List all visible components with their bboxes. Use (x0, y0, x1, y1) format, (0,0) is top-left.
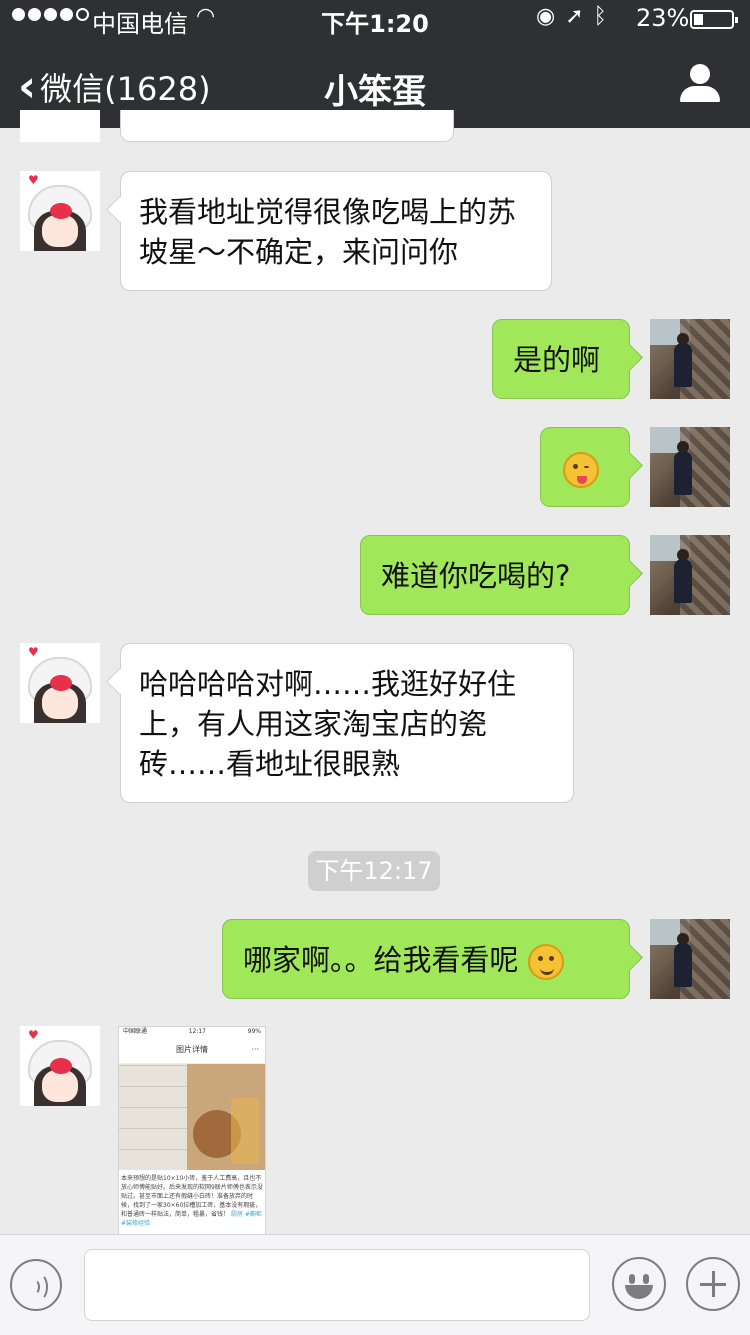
battery-percent: 23% (636, 4, 690, 32)
status-bar: 中国电信 ◠ 下午1:20 ◉➚ᛒ 23% (0, 0, 750, 40)
message-text: 难道你吃喝的? (381, 559, 571, 593)
contact-profile-button[interactable] (678, 64, 722, 104)
location-icon: ➚ (565, 4, 594, 29)
previous-message-bubble[interactable] (120, 110, 454, 142)
more-functions-button[interactable] (686, 1257, 740, 1311)
smiley-icon (629, 1274, 635, 1284)
my-avatar[interactable] (650, 427, 730, 507)
emoji-button[interactable] (612, 1257, 666, 1311)
image-message[interactable]: 中国联通 12:17 99% 图片详情 ··· 本来预想的是贴10×10小砖，鉴… (118, 1026, 266, 1236)
sent-message-bubble[interactable]: 难道你吃喝的? (360, 535, 630, 615)
chat-timestamp: 下午12:17 (308, 851, 440, 891)
contact-avatar[interactable]: ♥ (20, 643, 100, 723)
battery-icon (690, 10, 738, 29)
contact-avatar[interactable]: ♥ (20, 1026, 100, 1106)
top-bar: 中国电信 ◠ 下午1:20 ◉➚ᛒ 23% ‹ 微信(1628) 小笨蛋 (0, 0, 750, 128)
sent-message-bubble[interactable]: 哪家啊。。给我看看呢 (222, 919, 630, 999)
message-text: 哈哈哈哈对啊……我逛好好住上，有人用这家淘宝店的瓷砖……看地址很眼熟 (139, 667, 517, 781)
voice-input-button[interactable] (10, 1259, 62, 1311)
status-icons: ◉➚ᛒ (536, 4, 617, 29)
received-message-bubble[interactable]: 我看地址觉得很像吃喝上的苏坡星～不确定，来问问你 (120, 171, 552, 291)
smile-emoji-icon (527, 944, 564, 980)
bluetooth-icon: ᛒ (593, 4, 617, 29)
chat-title: 小笨蛋 (324, 72, 426, 112)
received-message-bubble[interactable]: 哈哈哈哈对啊……我逛好好住上，有人用这家淘宝店的瓷砖……看地址很眼熟 (120, 643, 574, 803)
kitchen-photo (119, 1064, 265, 1170)
lock-rotation-icon: ◉ (536, 4, 566, 29)
message-text: 哪家啊。。给我看看呢 (243, 943, 519, 977)
message-input[interactable] (84, 1249, 590, 1321)
contact-avatar[interactable] (20, 110, 100, 142)
sent-message-bubble[interactable] (540, 427, 630, 507)
my-avatar[interactable] (650, 535, 730, 615)
message-text: 是的啊 (513, 343, 601, 377)
more-icon: ··· (251, 1045, 259, 1054)
image-status-bar: 中国联通 12:17 99% (123, 1028, 261, 1035)
my-avatar[interactable] (650, 319, 730, 399)
message-text: 我看地址觉得很像吃喝上的苏坡星～不确定，来问问你 (139, 195, 517, 269)
sent-message-bubble[interactable]: 是的啊 (492, 319, 630, 399)
person-icon (690, 64, 710, 84)
image-caption: 本来预想的是贴10×10小砖，鉴于人工费高，且也不放心师傅能贴好。后来发现的软网… (121, 1175, 263, 1227)
image-title: 图片详情 ··· (119, 1037, 265, 1064)
winking-tongue-emoji-icon (563, 452, 599, 488)
contact-avatar[interactable]: ♥ (20, 171, 100, 251)
my-avatar[interactable] (650, 919, 730, 999)
input-bar (0, 1234, 750, 1335)
